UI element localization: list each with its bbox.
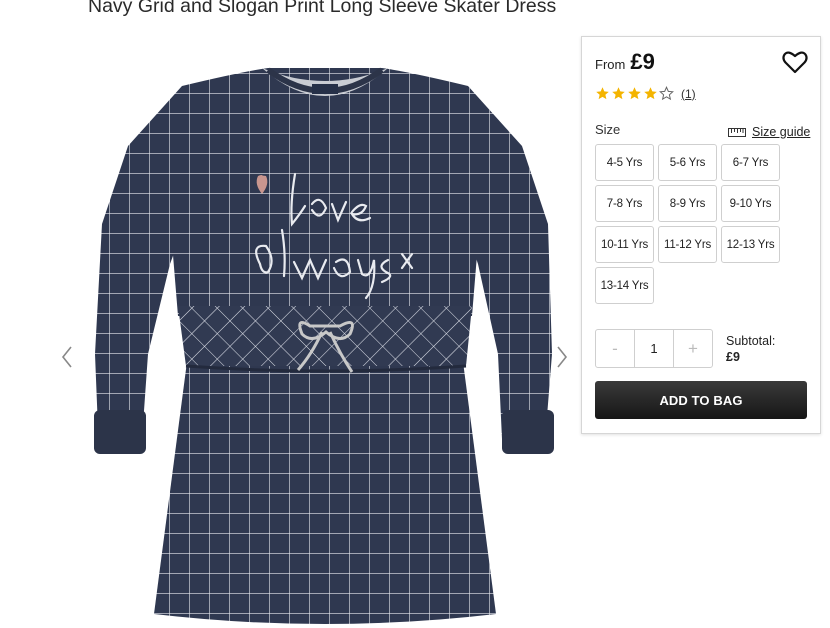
size-option[interactable]: 10-11 Yrs (595, 226, 654, 263)
add-to-bag-button[interactable]: ADD TO BAG (595, 381, 807, 419)
product-title: Navy Grid and Slogan Print Long Sleeve S… (88, 0, 557, 17)
size-option[interactable]: 5-6 Yrs (658, 144, 717, 181)
star-icon (659, 86, 674, 101)
star-icon (596, 87, 609, 100)
heart-icon[interactable] (782, 50, 808, 74)
star-icon (628, 87, 641, 100)
size-option[interactable]: 8-9 Yrs (658, 185, 717, 222)
quantity-increase-button[interactable]: + (674, 330, 712, 367)
size-guide-label: Size guide (752, 125, 811, 139)
price-value: £9 (630, 49, 655, 74)
star-icon (644, 87, 657, 100)
subtotal: Subtotal: £9 (726, 333, 775, 365)
quantity-decrease-button[interactable]: - (596, 330, 634, 367)
star-icon (612, 87, 625, 100)
quantity-stepper: - + (595, 329, 713, 368)
size-guide-link[interactable]: Size guide (728, 125, 810, 139)
review-count-link[interactable]: (1) (681, 87, 696, 101)
size-option[interactable]: 4-5 Yrs (595, 144, 654, 181)
chevron-left-icon (61, 346, 72, 368)
quantity-input[interactable] (634, 330, 674, 367)
size-option[interactable]: 13-14 Yrs (595, 267, 654, 304)
subtotal-label: Subtotal: (726, 334, 776, 348)
size-option[interactable]: 12-13 Yrs (721, 226, 780, 263)
subtotal-value: £9 (726, 350, 740, 364)
price-prefix: From (595, 57, 626, 72)
size-label: Size (595, 122, 621, 137)
size-option[interactable]: 6-7 Yrs (721, 144, 780, 181)
price-row: From £9 (595, 49, 655, 75)
gallery-prev-button[interactable] (56, 342, 78, 372)
size-option[interactable]: 7-8 Yrs (595, 185, 654, 222)
size-option[interactable]: 9-10 Yrs (721, 185, 780, 222)
size-option[interactable]: 11-12 Yrs (658, 226, 717, 263)
ruler-icon (728, 127, 746, 137)
product-image[interactable] (90, 54, 560, 628)
product-gallery (0, 30, 580, 628)
buy-box: From £9 (1) Size Size guide 4-5 Yrs 5-6 Y… (581, 36, 821, 434)
rating: (1) (595, 86, 696, 101)
